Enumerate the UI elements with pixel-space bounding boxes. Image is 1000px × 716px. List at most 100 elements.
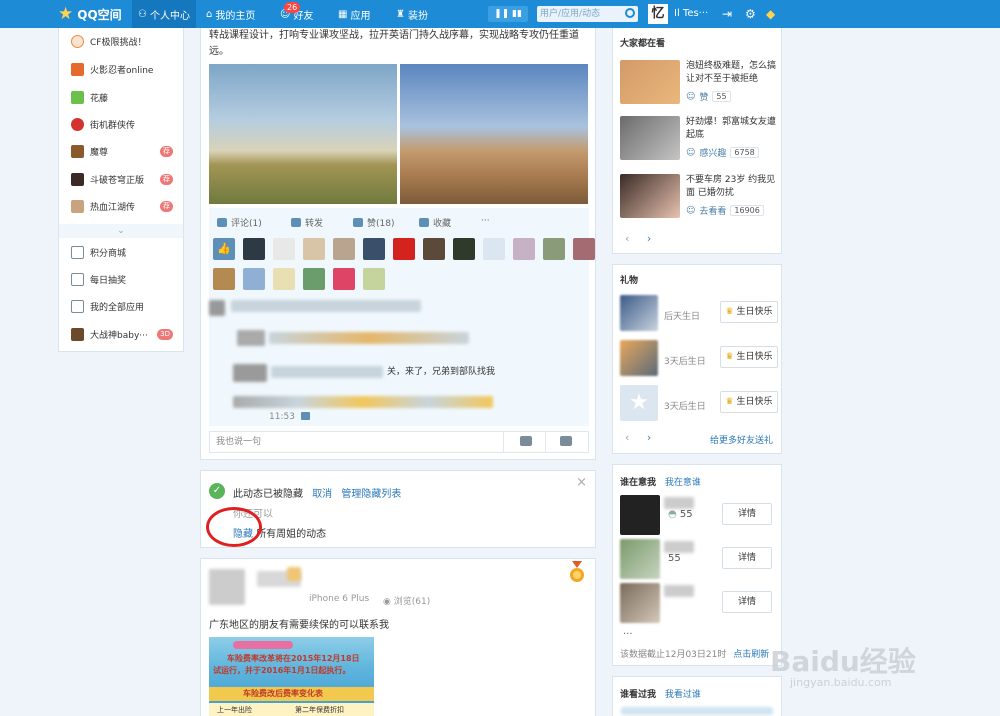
liker-avatar[interactable] <box>393 238 415 260</box>
gear-icon[interactable]: ⚙ <box>745 8 757 20</box>
rexue-game-icon <box>71 200 84 213</box>
friend-avatar[interactable] <box>620 340 658 376</box>
birthday-wish-button[interactable]: ♛ 生日快乐 <box>720 346 778 368</box>
liker-avatar[interactable] <box>303 238 325 260</box>
birthday-wish-button[interactable]: ♛ 生日快乐 <box>720 391 778 413</box>
friend-avatar[interactable] <box>620 539 660 579</box>
sidebar-item-points-mall[interactable]: 积分商城 <box>59 239 183 266</box>
qzone-logo[interactable]: ★ QQ空间 <box>58 4 122 24</box>
chevron-right-icon[interactable]: › <box>647 431 651 444</box>
friend-avatar[interactable] <box>620 295 658 331</box>
liker-avatar[interactable] <box>363 238 385 260</box>
sidebar-item-jieji[interactable]: 街机群侠传 <box>59 111 183 138</box>
commenter-avatar[interactable] <box>209 300 225 316</box>
search-icon[interactable] <box>625 8 635 18</box>
sidebar-item-huateng[interactable]: 花藤 <box>59 84 183 111</box>
logout-icon[interactable]: ⇥ <box>722 8 734 20</box>
reply-icon[interactable] <box>301 412 310 420</box>
comment-input[interactable]: 我也说一句 <box>209 431 589 453</box>
nav-friends[interactable]: 26 ☺ 好友 <box>274 0 319 28</box>
undo-link[interactable]: 取消 <box>312 489 332 500</box>
details-button[interactable]: 详情 <box>722 503 772 525</box>
liker-avatar[interactable] <box>273 238 295 260</box>
username[interactable]: Il Tes··· <box>674 0 708 28</box>
liker-avatar[interactable] <box>513 238 535 260</box>
sidebar-item-cf[interactable]: CF极限挑战！ <box>59 28 183 55</box>
default-star-avatar[interactable]: ★ <box>620 385 658 421</box>
chat-icon: ◓ <box>668 509 677 520</box>
liker-avatar[interactable] <box>573 238 595 260</box>
medal-icon[interactable] <box>569 561 585 583</box>
trending-thumbnail[interactable] <box>620 60 680 104</box>
liker-avatar[interactable] <box>423 238 445 260</box>
liker-avatar[interactable] <box>333 268 355 290</box>
tab-who-i-visited[interactable]: 我看过谁 <box>665 690 701 700</box>
mozun-game-icon <box>71 145 84 158</box>
favorite-button[interactable]: 收藏 <box>419 216 451 229</box>
insurance-image[interactable]: 车险费率改革将在2015年12月18日 试运行，并于2016年1月1日起执行。 … <box>209 637 374 716</box>
more-gifts-link[interactable]: 给更多好友送礼 <box>710 433 773 446</box>
liker-avatar[interactable] <box>363 268 385 290</box>
liker-avatar[interactable] <box>273 268 295 290</box>
trending-thumbnail[interactable] <box>620 116 680 160</box>
nav-apps[interactable]: ▦ 应用 <box>332 0 376 28</box>
chevron-left-icon[interactable]: ‹ <box>625 232 629 245</box>
sidebar-item-daily-draw[interactable]: 每日抽奖 <box>59 266 183 293</box>
manage-hidden-link[interactable]: 管理隐藏列表 <box>341 489 401 500</box>
nav-decorate[interactable]: ♜ 装扮 <box>390 0 434 28</box>
user-avatar[interactable]: 忆 <box>648 4 668 24</box>
liker-avatar[interactable] <box>243 238 265 260</box>
liker-avatar[interactable] <box>543 238 565 260</box>
comment-button[interactable]: 评论(1) <box>217 216 262 229</box>
sidebar-item-naruto[interactable]: 火影忍者online <box>59 56 183 83</box>
liker-avatar[interactable] <box>303 268 325 290</box>
tab-who-visited-me[interactable]: 谁看过我 <box>620 690 656 700</box>
tab-who-i-care[interactable]: 我在意谁 <box>665 478 701 488</box>
sidebar-item-dazhanshen[interactable]: 大战神baby··· 3D <box>59 321 183 348</box>
sidebar-item-mozun[interactable]: 魔尊 荐 <box>59 138 183 165</box>
friend-avatar[interactable] <box>620 495 660 535</box>
friend-avatar[interactable] <box>620 583 660 623</box>
like-button[interactable]: 赞(18) <box>353 216 394 229</box>
liker-avatar[interactable] <box>483 238 505 260</box>
music-player-button[interactable]: ❚❚ ▮▮ <box>488 6 528 22</box>
details-button[interactable]: 详情 <box>722 591 772 613</box>
nav-my-home[interactable]: ⌂ 我的主页 <box>200 0 261 28</box>
data-cutoff-note: 该数据截止12月03日21时 点击刷新 <box>620 650 770 660</box>
post-photo-desert[interactable] <box>400 64 588 204</box>
close-icon[interactable]: × <box>576 475 587 490</box>
camera-icon[interactable] <box>520 436 532 446</box>
expand-toggle[interactable]: ⌄ <box>59 224 183 238</box>
sidebar-item-doupo[interactable]: 斗破苍穹正版 荐 <box>59 166 183 193</box>
baidu-watermark-url: jingyan.baidu.com <box>790 676 892 689</box>
hidden-post-notice: ✓ 此动态已被隐藏 取消 管理隐藏列表 × 你还可以 隐藏 所有周姐的动态 <box>200 470 596 548</box>
refresh-link[interactable]: 点击刷新 <box>733 650 769 660</box>
trending-thumbnail[interactable] <box>620 174 680 218</box>
liker-avatar[interactable] <box>453 238 475 260</box>
search-input[interactable]: 用户/应用/动态 <box>537 6 638 22</box>
tab-who-cares-me[interactable]: 谁在意我 <box>620 478 656 488</box>
diamond-icon[interactable]: ◆ <box>766 8 778 20</box>
more-dots[interactable]: ··· <box>623 629 633 640</box>
chevron-right-icon[interactable]: › <box>647 232 651 245</box>
liker-avatar[interactable] <box>213 268 235 290</box>
sidebar-item-rexue[interactable]: 热血江湖传 荐 <box>59 193 183 220</box>
poster-avatar[interactable] <box>209 569 245 605</box>
reply-avatar[interactable] <box>233 364 267 382</box>
huateng-game-icon <box>71 91 84 104</box>
share-button[interactable]: 转发 <box>291 216 323 229</box>
chevron-down-icon: ⌄ <box>117 226 125 236</box>
liker-avatar[interactable] <box>333 238 355 260</box>
thumbs-up-icon[interactable] <box>560 436 572 446</box>
birthday-wish-button[interactable]: ♛ 生日快乐 <box>720 301 778 323</box>
3d-badge: 3D <box>157 329 173 340</box>
nav-personal-center[interactable]: ⚇ 个人中心 <box>132 0 196 28</box>
reply-avatar[interactable] <box>237 330 265 346</box>
details-button[interactable]: 详情 <box>722 547 772 569</box>
more-button[interactable]: ··· <box>481 216 490 226</box>
chevron-left-icon[interactable]: ‹ <box>625 431 629 444</box>
care-row: 55 详情 <box>620 539 778 579</box>
liker-avatar[interactable] <box>243 268 265 290</box>
post-photo-fortress[interactable] <box>209 64 397 204</box>
sidebar-item-all-apps[interactable]: 我的全部应用 <box>59 293 183 320</box>
